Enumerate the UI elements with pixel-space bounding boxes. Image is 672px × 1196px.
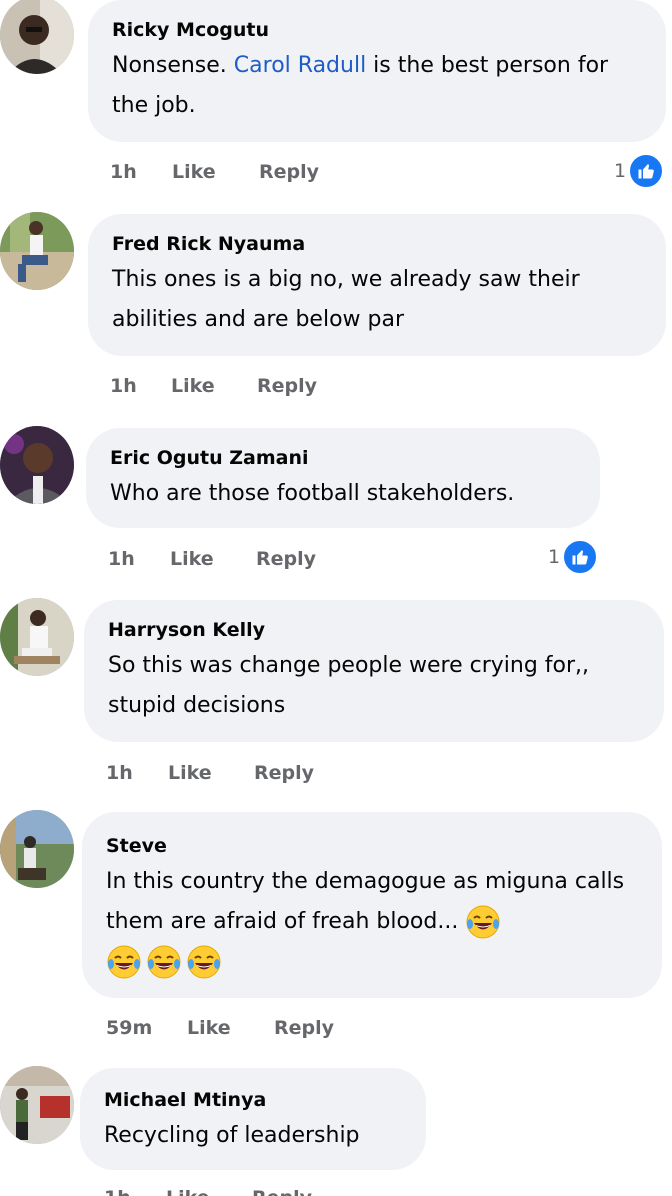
laughing-tears-emoji-icon <box>107 945 141 979</box>
avatar-photo-icon <box>0 426 74 504</box>
mention-link[interactable]: Carol Radull <box>234 53 366 78</box>
comment-time[interactable]: 1h <box>106 759 133 787</box>
comment-author[interactable]: Eric Ogutu Zamani <box>110 446 578 470</box>
comment-text: This ones is a big no, we already saw th… <box>112 267 580 332</box>
comment-bubble: Michael Mtinya Recycling of leadership <box>80 1068 426 1170</box>
reply-button[interactable]: Reply <box>257 372 317 400</box>
like-button[interactable]: Like <box>172 158 216 186</box>
reaction-summary[interactable]: 1 <box>614 153 665 189</box>
comment-text-part: Nonsense. <box>112 53 234 78</box>
comment-time[interactable]: 1h <box>110 372 137 400</box>
thumbs-up-icon <box>628 153 665 189</box>
comment-time[interactable]: 1h <box>108 545 135 573</box>
comment-actions: 1h Like Reply <box>110 372 410 400</box>
avatar[interactable] <box>0 426 74 504</box>
comment-author[interactable]: Fred Rick Nyauma <box>112 232 644 256</box>
reply-button[interactable]: Reply <box>254 759 314 787</box>
comment-actions: 1h Like Reply <box>110 158 410 186</box>
avatar[interactable] <box>0 1066 74 1144</box>
comment-bubble: Eric Ogutu Zamani Who are those football… <box>86 428 600 528</box>
comment-bubble: Steve In this country the demagogue as m… <box>82 812 662 998</box>
comment-author[interactable]: Harryson Kelly <box>108 618 642 642</box>
comment-actions: 59m Like Reply <box>106 1014 406 1042</box>
comment-text: Who are those football stakeholders. <box>110 481 515 506</box>
like-button[interactable]: Like <box>187 1014 231 1042</box>
like-button[interactable]: Like <box>166 1184 210 1196</box>
avatar-photo-icon <box>0 598 74 676</box>
avatar-photo-icon <box>0 0 74 74</box>
comment-time[interactable]: 1h <box>110 158 137 186</box>
avatar[interactable] <box>0 212 74 290</box>
avatar[interactable] <box>0 810 74 888</box>
comment-actions: 1h Like Reply <box>104 1184 404 1196</box>
laughing-tears-emoji-icon <box>147 945 181 979</box>
avatar[interactable] <box>0 598 74 676</box>
thumbs-up-icon <box>562 539 599 575</box>
comment-text: Recycling of leadership <box>104 1123 360 1148</box>
reply-button[interactable]: Reply <box>274 1014 334 1042</box>
reaction-count: 1 <box>548 546 561 568</box>
comment-text-part: In this country the demagogue as miguna … <box>106 869 625 934</box>
comment-actions: 1h Like Reply <box>108 545 408 573</box>
comment-bubble: Harryson Kelly So this was change people… <box>84 600 664 742</box>
comment-text: Nonsense. Carol Radull is the best perso… <box>112 46 644 126</box>
comment-author[interactable]: Steve <box>106 834 640 858</box>
comment-time[interactable]: 59m <box>106 1014 152 1042</box>
comment-bubble: Fred Rick Nyauma This ones is a big no, … <box>88 214 666 356</box>
comment-actions: 1h Like Reply <box>106 759 406 787</box>
comment-time[interactable]: 1h <box>104 1184 131 1196</box>
laughing-tears-emoji-icon <box>466 905 500 939</box>
comment-text: In this country the demagogue as miguna … <box>106 862 640 982</box>
comment-thread: Ricky Mcogutu Nonsense. Carol Radull is … <box>0 0 672 1196</box>
avatar[interactable] <box>0 0 74 74</box>
reaction-count: 1 <box>614 160 627 182</box>
comment-author[interactable]: Michael Mtinya <box>104 1088 404 1112</box>
avatar-photo-icon <box>0 212 74 290</box>
comment-text: So this was change people were crying fo… <box>108 653 590 718</box>
laughing-tears-emoji-icon <box>187 945 221 979</box>
like-button[interactable]: Like <box>168 759 212 787</box>
avatar-photo-icon <box>0 810 74 888</box>
reply-button[interactable]: Reply <box>256 545 316 573</box>
like-button[interactable]: Like <box>170 545 214 573</box>
reaction-summary[interactable]: 1 <box>548 539 599 575</box>
reply-button[interactable]: Reply <box>252 1184 312 1196</box>
comment-bubble: Ricky Mcogutu Nonsense. Carol Radull is … <box>88 0 666 142</box>
avatar-photo-icon <box>0 1066 74 1144</box>
like-button[interactable]: Like <box>171 372 215 400</box>
reply-button[interactable]: Reply <box>259 158 319 186</box>
comment-author[interactable]: Ricky Mcogutu <box>112 18 644 42</box>
